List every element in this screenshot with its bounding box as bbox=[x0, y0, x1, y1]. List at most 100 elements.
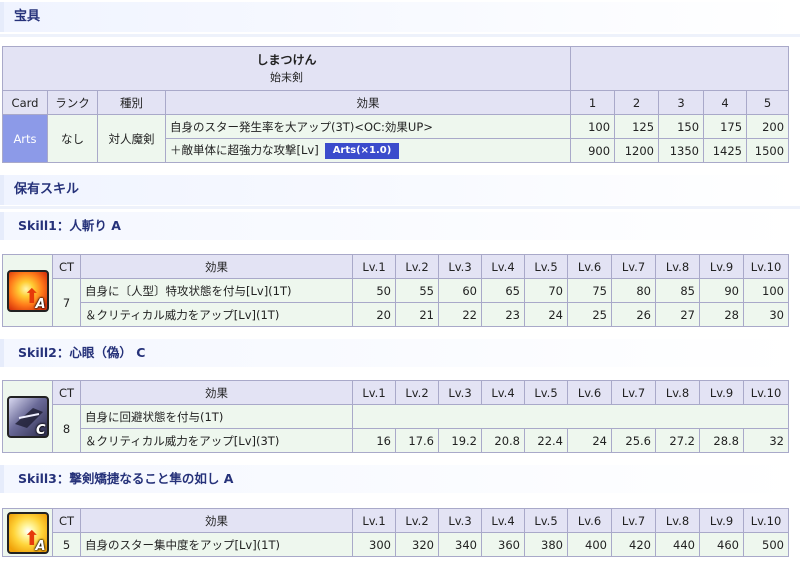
skill1-header-lv4: Lv.4 bbox=[481, 254, 525, 279]
skill1-effect-2-lv1: 20 bbox=[352, 302, 396, 327]
np-header-lv5: 5 bbox=[746, 90, 790, 115]
np-name-ruby: しまつけん bbox=[256, 52, 317, 67]
skill2-effect-2-lv8: 27.2 bbox=[655, 428, 700, 453]
skill1-effect-1-lv3: 60 bbox=[438, 278, 482, 303]
skill2-effect-2-lv4: 20.8 bbox=[481, 428, 525, 453]
skill3-title: Skill3：撃剣矯捷なること隼の如し A bbox=[0, 465, 800, 493]
skill2-effect-2-lv3: 19.2 bbox=[438, 428, 482, 453]
skill2-effect-1: 自身に回避状態を付与(1T) bbox=[80, 404, 353, 429]
np-effect-2-lv2: 1200 bbox=[614, 138, 660, 163]
skill3-effect-1-lv4: 360 bbox=[481, 532, 525, 557]
skill3-header-lv3: Lv.3 bbox=[438, 508, 482, 533]
skill1-effect-2: ＆クリティカル威力をアップ[Lv](1T) bbox=[80, 302, 353, 327]
skill3-icon-cell: ⬆ A bbox=[2, 508, 53, 557]
burst-icon: ⬆ A bbox=[6, 269, 49, 312]
skill1-effect-1-lv4: 65 bbox=[481, 278, 525, 303]
np-effect-1: 自身のスター発生率を大アップ(3T)<OC:効果UP> bbox=[164, 114, 572, 139]
np-effect-1-lv1: 100 bbox=[570, 114, 616, 139]
skill3-header-ct: CT bbox=[52, 508, 81, 533]
skill1-header-lv9: Lv.9 bbox=[699, 254, 744, 279]
skill2-effect-2-lv1: 16 bbox=[352, 428, 396, 453]
np-heading-rule bbox=[0, 34, 800, 37]
skill3-effect-1-lv3: 340 bbox=[438, 532, 482, 557]
skill1-effect-2-lv5: 24 bbox=[524, 302, 568, 327]
skill1-icon-cell: ⬆ A bbox=[2, 254, 53, 327]
skill2-header-lv10: Lv.10 bbox=[743, 380, 789, 405]
np-header-lv1: 1 bbox=[570, 90, 616, 115]
skill2-header-lv2: Lv.2 bbox=[395, 380, 439, 405]
skill2-rank: C bbox=[35, 422, 46, 438]
skill1-effect-1: 自身に〔人型〕特攻状態を付与[Lv](1T) bbox=[80, 278, 353, 303]
eye-icon: C bbox=[6, 395, 49, 438]
skill1-effect-1-lv9: 90 bbox=[699, 278, 744, 303]
skill2-header-lv3: Lv.3 bbox=[438, 380, 482, 405]
skill3-header-lv8: Lv.8 bbox=[655, 508, 700, 533]
skill3-header-lv6: Lv.6 bbox=[567, 508, 612, 533]
np-effect-1-lv2: 125 bbox=[614, 114, 660, 139]
skill1-effect-1-lv5: 70 bbox=[524, 278, 568, 303]
np-effect-2-cell: ＋敵単体に超強力な攻撃[Lv] Arts(×1.0) bbox=[164, 138, 572, 163]
np-section-heading: 宝具 bbox=[0, 2, 800, 32]
skill3-header-lv9: Lv.9 bbox=[699, 508, 744, 533]
skill1-effect-1-lv2: 55 bbox=[395, 278, 439, 303]
skill2-effect-2: ＆クリティカル威力をアップ[Lv](3T) bbox=[80, 428, 353, 453]
np-header-lv4: 4 bbox=[703, 90, 748, 115]
skill1-effect-1-lv8: 85 bbox=[655, 278, 700, 303]
np-header-rank: ランク bbox=[47, 90, 98, 115]
skill1-effect-2-lv10: 30 bbox=[743, 302, 789, 327]
skill2-icon-cell: C bbox=[2, 380, 53, 453]
skill1-table: ⬆ A CT 効果 Lv.1 Lv.2 Lv.3 Lv.4 Lv.5 Lv.6 … bbox=[2, 254, 789, 327]
skill3-effect-1-lv10: 500 bbox=[743, 532, 789, 557]
skill3-effect-1-lv1: 300 bbox=[352, 532, 396, 557]
np-effect-2-lv4: 1425 bbox=[703, 138, 748, 163]
np-rank: なし bbox=[47, 114, 98, 163]
np-header-lv2: 2 bbox=[614, 90, 660, 115]
skill3-header-lv2: Lv.2 bbox=[395, 508, 439, 533]
np-effect-2-lv1: 900 bbox=[570, 138, 616, 163]
skill1-effect-2-lv8: 27 bbox=[655, 302, 700, 327]
np-effect-1-lv5: 200 bbox=[746, 114, 790, 139]
skill3-header-lv7: Lv.7 bbox=[611, 508, 656, 533]
skill2-header-effect: 効果 bbox=[80, 380, 353, 405]
np-name: 始末剣 bbox=[270, 70, 303, 84]
skill1-header-lv3: Lv.3 bbox=[438, 254, 482, 279]
np-header-effect: 効果 bbox=[164, 90, 572, 115]
skill2-header-lv4: Lv.4 bbox=[481, 380, 525, 405]
skill1-header-lv6: Lv.6 bbox=[567, 254, 612, 279]
skill3-header-lv5: Lv.5 bbox=[524, 508, 568, 533]
np-effect-2-lv3: 1350 bbox=[658, 138, 705, 163]
skill2-header-lv1: Lv.1 bbox=[352, 380, 396, 405]
skill1-header-lv8: Lv.8 bbox=[655, 254, 700, 279]
skill2-effect-2-lv6: 24 bbox=[567, 428, 612, 453]
skill2-header-lv5: Lv.5 bbox=[524, 380, 568, 405]
np-effect-2: ＋敵単体に超強力な攻撃[Lv] bbox=[170, 143, 319, 158]
skill1-ct: 7 bbox=[52, 278, 81, 327]
skill1-header-lv2: Lv.2 bbox=[395, 254, 439, 279]
skill3-header-effect: 効果 bbox=[80, 508, 353, 533]
skill3-table: ⬆ A CT 効果 Lv.1 Lv.2 Lv.3 Lv.4 Lv.5 Lv.6 … bbox=[2, 508, 789, 557]
np-name-cell: しまつけん 始末剣 bbox=[1, 46, 572, 91]
skill1-effect-1-lv10: 100 bbox=[743, 278, 789, 303]
skill2-header-lv9: Lv.9 bbox=[699, 380, 744, 405]
skill2-header-lv8: Lv.8 bbox=[655, 380, 700, 405]
skill1-header-lv5: Lv.5 bbox=[524, 254, 568, 279]
np-header-type: 種別 bbox=[97, 90, 166, 115]
skill1-effect-1-lv7: 80 bbox=[611, 278, 656, 303]
np-effect-2-lv5: 1500 bbox=[746, 138, 790, 163]
skill2-header-lv7: Lv.7 bbox=[611, 380, 656, 405]
skill2-effect-2-lv9: 28.8 bbox=[699, 428, 744, 453]
skill2-effect-2-lv7: 25.6 bbox=[611, 428, 656, 453]
skills-heading-rule bbox=[0, 206, 800, 209]
np-header-card: Card bbox=[2, 90, 48, 115]
skill2-title: Skill2：心眼（偽） C bbox=[0, 339, 800, 367]
np-type: 対人魔剣 bbox=[97, 114, 166, 163]
skill1-effect-1-lv1: 50 bbox=[352, 278, 396, 303]
skill2-table: C CT 効果 Lv.1 Lv.2 Lv.3 Lv.4 Lv.5 Lv.6 Lv… bbox=[2, 380, 789, 453]
skill1-title: Skill1：人斬り A bbox=[0, 212, 800, 240]
skill3-effect-1-lv6: 400 bbox=[567, 532, 612, 557]
skill3-effect-1-lv2: 320 bbox=[395, 532, 439, 557]
skills-section-heading: 保有スキル bbox=[0, 175, 800, 205]
skill3-header-lv1: Lv.1 bbox=[352, 508, 396, 533]
skill1-effect-2-lv3: 22 bbox=[438, 302, 482, 327]
np-card-badge: Arts(×1.0) bbox=[324, 142, 400, 159]
